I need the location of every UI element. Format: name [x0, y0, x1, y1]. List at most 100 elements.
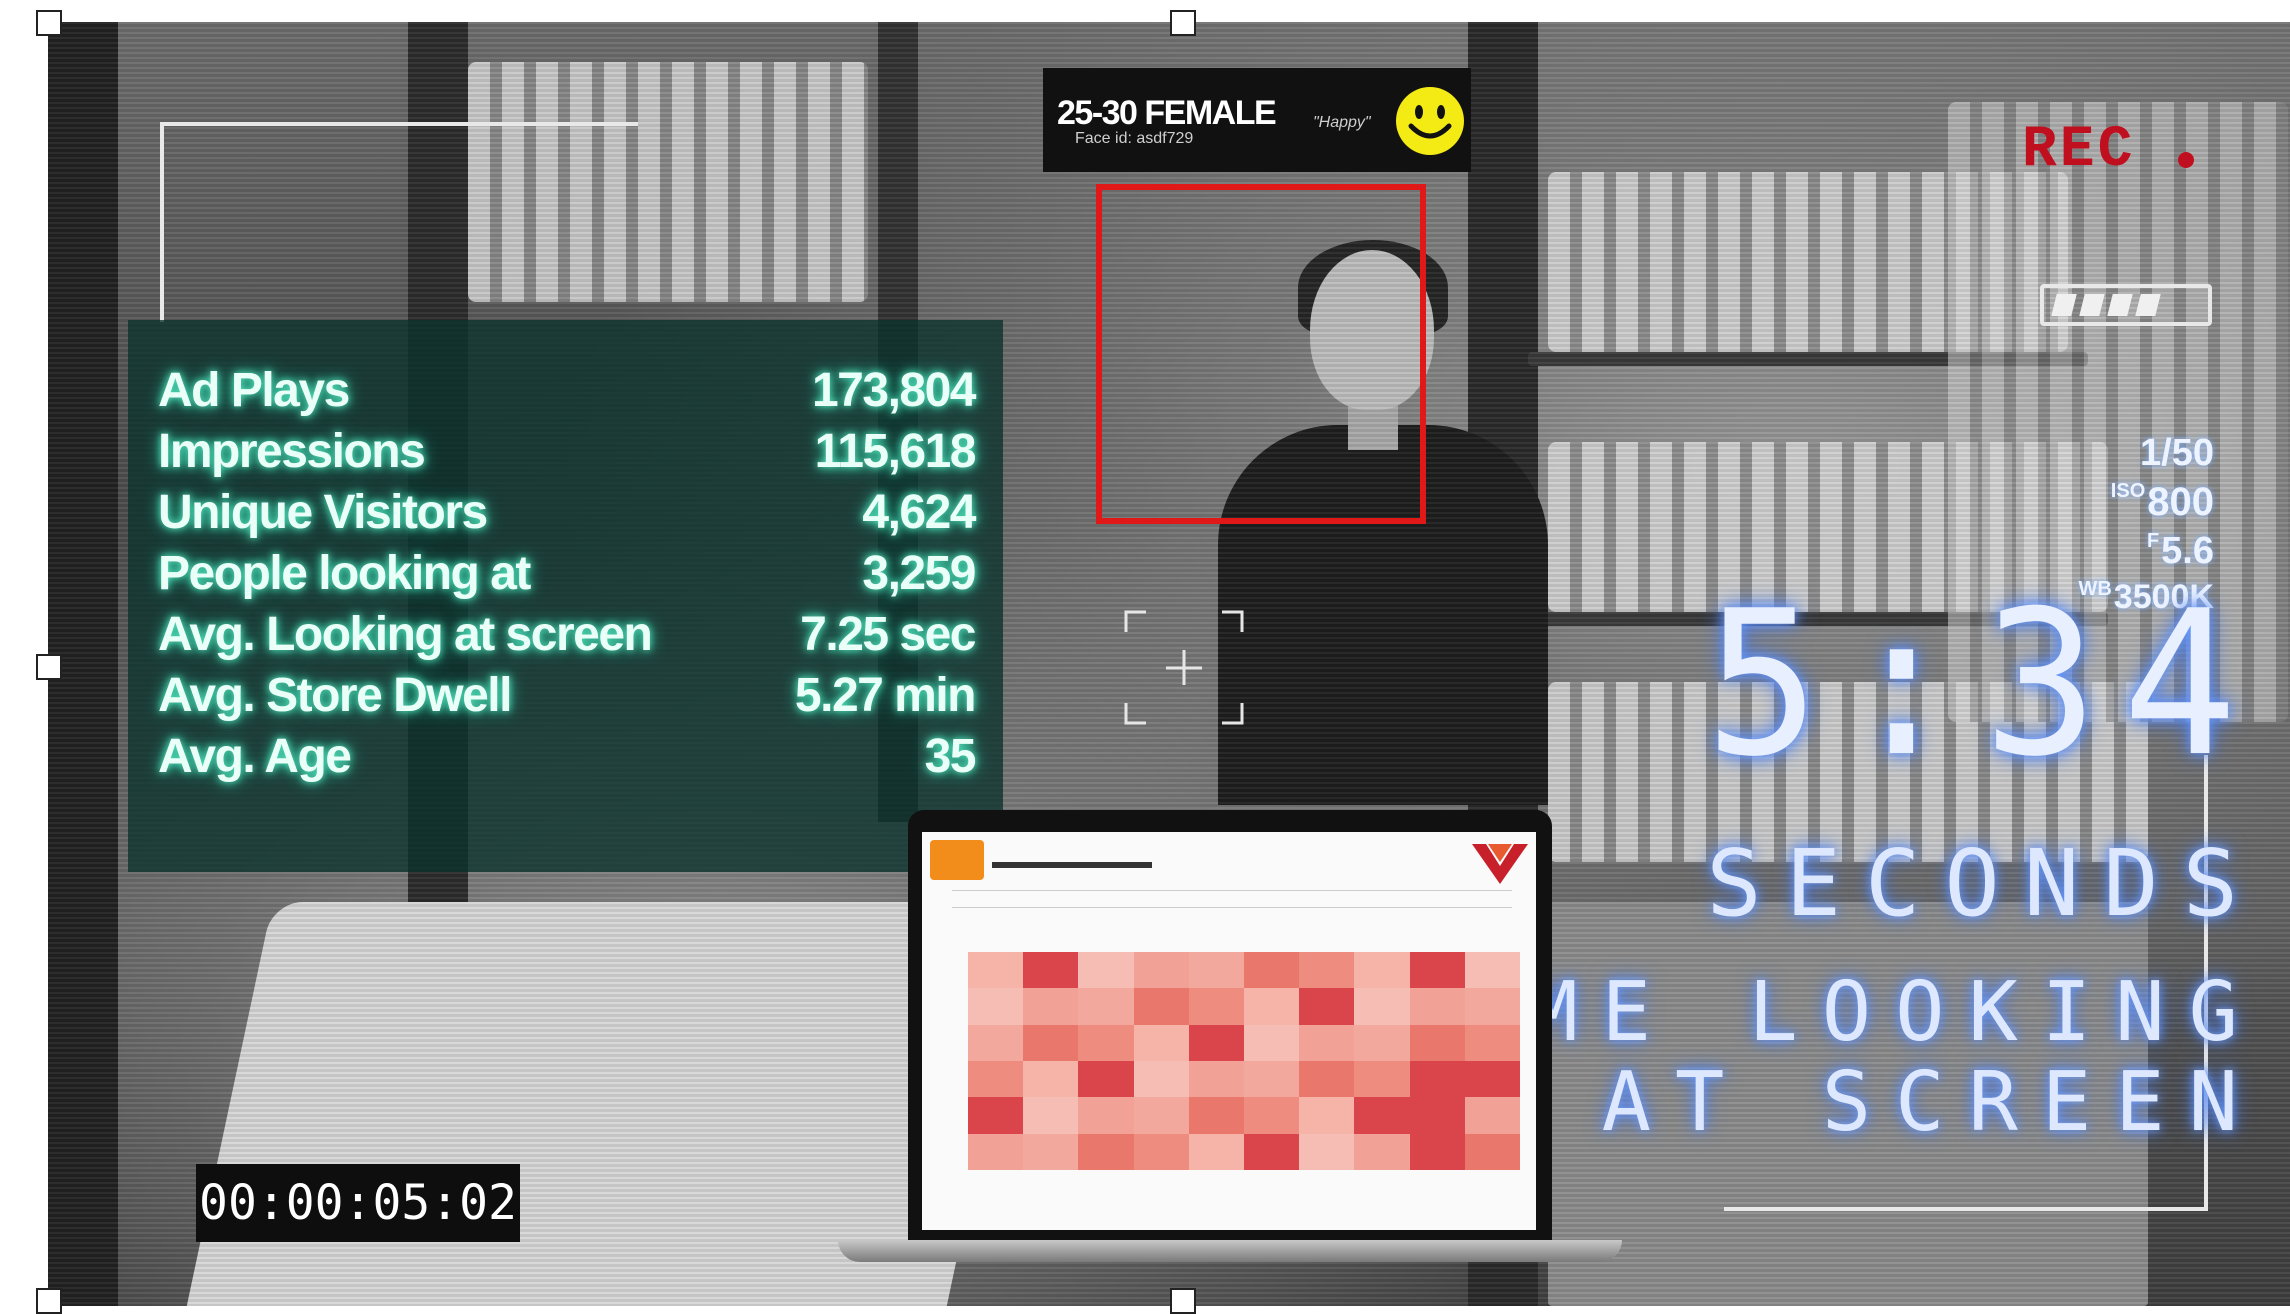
- dashboard-heatmap: [968, 952, 1520, 1170]
- battery-icon: [2040, 284, 2212, 326]
- metric-label: Avg. Age: [158, 729, 352, 783]
- heatmap-cell: [1354, 1024, 1410, 1061]
- metric-value: 5.27 min: [794, 668, 977, 722]
- heatmap-cell: [1409, 1133, 1465, 1170]
- resize-handle[interactable]: [1170, 1288, 1196, 1314]
- heatmap-cell: [968, 1097, 1024, 1134]
- heatmap-cell: [1409, 1060, 1465, 1098]
- metric-value: 3,259: [862, 546, 976, 600]
- resize-handle[interactable]: [36, 654, 62, 680]
- heatmap-cell: [968, 988, 1024, 1025]
- heatmap-cell: [1244, 1133, 1300, 1170]
- metric-label: People looking at: [158, 546, 531, 600]
- heatmap-cell: [1078, 1024, 1134, 1061]
- heatmap-cell: [1354, 1097, 1410, 1134]
- demographic-label: 25-30 FEMALE: [1057, 94, 1277, 132]
- heatmap-cell: [1244, 988, 1300, 1025]
- heatmap-cell: [1133, 1097, 1189, 1134]
- heatmap-cell: [1464, 1133, 1520, 1170]
- heatmap-cell: [1188, 988, 1244, 1025]
- heatmap-cell: [968, 952, 1024, 989]
- heatmap-cell: [1023, 1060, 1079, 1098]
- metric-row: Avg. Looking at screen 7.25 sec: [158, 604, 976, 664]
- metric-value: 35: [924, 729, 977, 783]
- metric-value: 115,618: [814, 424, 977, 478]
- heatmap-cell: [1464, 1060, 1520, 1098]
- metric-label: Impressions: [158, 424, 426, 478]
- resize-handle[interactable]: [1170, 10, 1196, 36]
- heatmap-cell: [1299, 952, 1355, 989]
- heatmap-cell: [1133, 1060, 1189, 1098]
- dashboard-kpi-row: [952, 890, 1512, 908]
- metric-value: 7.25 sec: [800, 607, 976, 661]
- mood-label: "Happy": [1313, 114, 1371, 131]
- hud-bracket-top: [160, 122, 638, 126]
- hud-bracket-bottom: [1724, 1207, 2208, 1211]
- iso-setting: ISO800: [2110, 480, 2214, 524]
- rec-label: REC: [2022, 118, 2136, 183]
- dashboard-title: [992, 862, 1152, 868]
- heatmap-cell: [1188, 1060, 1244, 1098]
- dashboard-logo-icon: [930, 840, 984, 880]
- resize-handle[interactable]: [36, 10, 62, 36]
- heatmap-cell: [1244, 1097, 1300, 1134]
- heatmap-cell: [1023, 952, 1079, 989]
- heatmap-cell: [968, 1133, 1024, 1170]
- heatmap-cell: [1188, 1024, 1244, 1061]
- heatmap-cell: [1244, 1024, 1300, 1061]
- heatmap-cell: [1409, 988, 1465, 1025]
- heatmap-cell: [1354, 988, 1410, 1025]
- metric-row: Ad Plays 173,804: [158, 360, 977, 420]
- heatmap-cell: [1023, 1024, 1079, 1061]
- heatmap-cell: [1299, 1097, 1355, 1134]
- metric-value: 173,804: [811, 363, 977, 417]
- laptop: [908, 810, 1552, 1246]
- face-detection-box: [1096, 184, 1426, 524]
- heatmap-cell: [968, 1060, 1024, 1098]
- timecode: 00:00:05:02: [196, 1164, 520, 1242]
- heatmap-cell: [1354, 1133, 1410, 1170]
- metric-label: Avg. Looking at screen: [158, 607, 653, 661]
- heatmap-cell: [1409, 1097, 1465, 1134]
- brand-logo-icon: [1472, 844, 1528, 884]
- heatmap-cell: [1023, 1097, 1079, 1134]
- heatmap-cell: [1299, 1133, 1355, 1170]
- heatmap-cell: [1133, 1133, 1189, 1170]
- heatmap-cell: [1354, 1060, 1410, 1098]
- dashboard-screen: [922, 832, 1536, 1230]
- heatmap-cell: [1409, 952, 1465, 989]
- heatmap-cell: [1188, 1097, 1244, 1134]
- heatmap-cell: [1133, 952, 1189, 989]
- smiley-icon: [1396, 87, 1464, 155]
- heatmap-cell: [1133, 1024, 1189, 1061]
- metric-row: Avg. Age 35: [158, 726, 977, 786]
- heatmap-cell: [968, 1024, 1024, 1061]
- metric-row: Impressions 115,618: [158, 421, 977, 481]
- heatmap-cell: [1354, 952, 1410, 989]
- metric-row: People looking at 3,259: [158, 543, 976, 603]
- metric-value: 4,624: [862, 485, 976, 539]
- resize-handle[interactable]: [36, 1288, 62, 1314]
- time-unit-label: SECONDS: [1706, 830, 2262, 937]
- heatmap-cell: [1078, 1133, 1134, 1170]
- metrics-panel: Ad Plays 173,804 Impressions 115,618 Uni…: [128, 320, 1003, 872]
- heatmap-cell: [1244, 952, 1300, 989]
- heatmap-cell: [1464, 988, 1520, 1025]
- metric-label: Avg. Store Dwell: [158, 668, 512, 722]
- laptop-base: [838, 1240, 1622, 1262]
- metric-label: Ad Plays: [158, 363, 350, 417]
- shutter-speed: 1/50: [2140, 432, 2214, 474]
- heatmap-cell: [1078, 952, 1134, 989]
- heatmap-cell: [1078, 1097, 1134, 1134]
- heatmap-cell: [1409, 1024, 1465, 1061]
- heatmap-cell: [1023, 988, 1079, 1025]
- heatmap-cell: [1188, 952, 1244, 989]
- aperture-setting: F5.6: [2146, 530, 2214, 572]
- heatmap-cell: [1464, 1097, 1520, 1134]
- detection-tag: 25-30 FEMALE Face id: asdf729 "Happy": [1043, 68, 1471, 172]
- heatmap-cell: [1464, 1024, 1520, 1061]
- metric-label: Unique Visitors: [158, 485, 488, 539]
- heatmap-cell: [1464, 952, 1520, 989]
- focus-reticle-icon: [1124, 610, 1244, 725]
- heatmap-cell: [1188, 1133, 1244, 1170]
